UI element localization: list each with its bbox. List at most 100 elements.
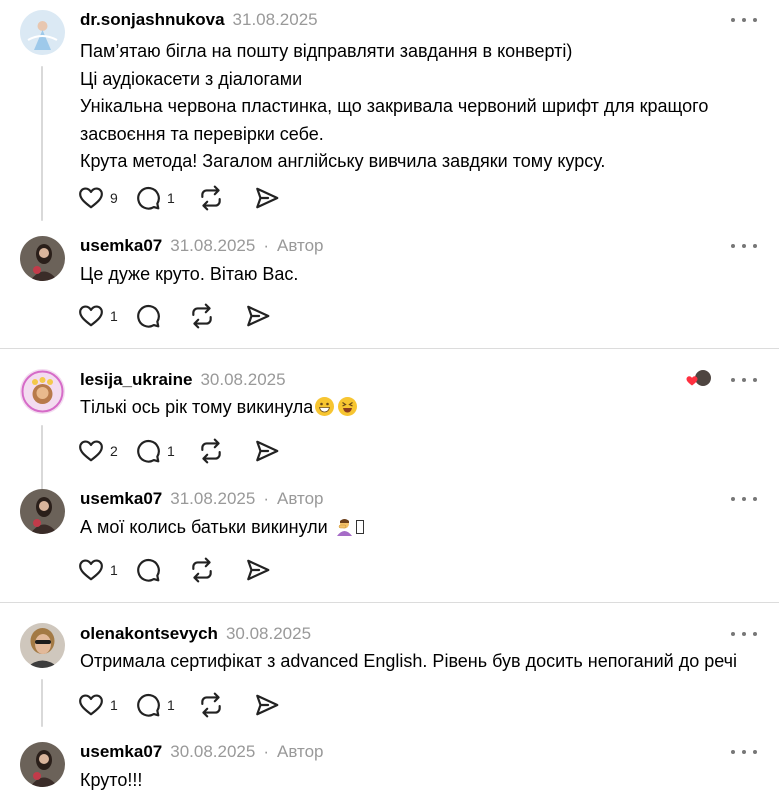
comment-header: usemka07 30.08.2025 · Автор xyxy=(80,742,324,762)
avatar-image xyxy=(20,369,65,414)
username[interactable]: lesija_ukraine xyxy=(80,370,192,390)
timestamp[interactable]: 30.08.2025 xyxy=(200,370,285,390)
author-label: Автор xyxy=(277,742,324,761)
comment-header: dr.sonjashnukova 31.08.2025 xyxy=(80,10,318,30)
reply-button[interactable]: 1 xyxy=(135,692,198,718)
like-count: 1 xyxy=(110,308,118,324)
action-bar: 1 xyxy=(78,303,271,329)
thread-line xyxy=(41,66,43,221)
laughing-squinting-face-emoji xyxy=(338,397,358,416)
comment-text: Тількі ось рік тому викинула xyxy=(80,394,358,422)
like-button[interactable]: 1 xyxy=(78,692,135,718)
more-options-button[interactable] xyxy=(731,742,757,762)
like-count: 1 xyxy=(110,562,118,578)
share-button[interactable] xyxy=(245,303,271,329)
more-options-button[interactable] xyxy=(731,624,757,644)
avatar-image xyxy=(20,623,65,668)
repost-arrows-icon xyxy=(198,185,224,211)
username[interactable]: olenakontsevych xyxy=(80,624,218,644)
red-heart-icon xyxy=(686,376,698,386)
avatar[interactable] xyxy=(20,489,65,534)
action-bar: 1 xyxy=(78,557,271,583)
like-button[interactable]: 2 xyxy=(78,438,135,464)
more-options-button[interactable] xyxy=(731,489,757,509)
repost-button[interactable] xyxy=(198,185,254,211)
speech-bubble-icon xyxy=(135,185,161,211)
more-dots-icon xyxy=(731,18,735,22)
reply-button[interactable]: 1 xyxy=(135,185,198,211)
action-bar: 1 1 xyxy=(78,692,280,718)
comment-line: Крута метода! Загалом англійську вивчила… xyxy=(80,151,606,171)
repost-arrows-icon xyxy=(189,557,215,583)
avatar[interactable] xyxy=(20,742,65,787)
more-dots-icon xyxy=(731,632,735,636)
username[interactable]: usemka07 xyxy=(80,236,162,256)
author-label: Автор xyxy=(277,236,324,255)
like-button[interactable]: 1 xyxy=(78,303,135,329)
reply-button[interactable] xyxy=(135,557,189,583)
person-facepalming-emoji xyxy=(335,517,354,536)
reply-button[interactable] xyxy=(135,303,189,329)
comment-text: Круто!!! xyxy=(80,767,142,795)
more-dots-icon xyxy=(731,244,735,248)
comment-text: Отримала сертифікат з advanced English. … xyxy=(80,648,737,676)
comment-text: Це дуже круто. Вітаю Вас. xyxy=(80,261,298,289)
share-button[interactable] xyxy=(254,185,280,211)
timestamp[interactable]: 31.08.2025 xyxy=(170,489,255,509)
repost-button[interactable] xyxy=(189,557,245,583)
paper-plane-icon xyxy=(245,303,271,329)
avatar[interactable] xyxy=(20,236,65,281)
comment-line: Тількі ось рік тому викинула xyxy=(80,397,314,417)
comment-header: lesija_ukraine 30.08.2025 xyxy=(80,370,286,390)
comment-line: Отримала сертифікат з advanced English. … xyxy=(80,651,738,671)
timestamp[interactable]: 30.08.2025 xyxy=(226,624,311,644)
heart-outline-icon xyxy=(78,557,104,583)
separator-dot: · xyxy=(263,742,269,761)
comment-line: Пам’ятаю бігла на пошту відправляти завд… xyxy=(80,41,573,61)
avatar[interactable] xyxy=(20,369,65,414)
repost-button[interactable] xyxy=(198,438,254,464)
more-dots-icon xyxy=(731,497,735,501)
like-button[interactable]: 9 xyxy=(78,185,135,211)
repost-arrows-icon xyxy=(198,438,224,464)
more-options-button[interactable] xyxy=(731,236,757,256)
timestamp[interactable]: 31.08.2025 xyxy=(170,236,255,256)
avatar[interactable] xyxy=(20,623,65,668)
comment-line: Ці аудіокасети з діалогами xyxy=(80,68,303,89)
more-options-button[interactable] xyxy=(731,10,757,30)
more-dots-icon xyxy=(731,750,735,754)
action-bar: 2 1 xyxy=(78,438,280,464)
like-count: 2 xyxy=(110,443,118,459)
timestamp[interactable]: 31.08.2025 xyxy=(233,10,318,30)
paper-plane-icon xyxy=(254,438,280,464)
paper-plane-icon xyxy=(254,185,280,211)
timestamp[interactable]: 30.08.2025 xyxy=(170,742,255,762)
paper-plane-icon xyxy=(245,557,271,583)
like-button[interactable]: 1 xyxy=(78,557,135,583)
username[interactable]: usemka07 xyxy=(80,489,162,509)
heart-outline-icon xyxy=(78,303,104,329)
more-options-button[interactable] xyxy=(731,370,757,390)
username[interactable]: usemka07 xyxy=(80,742,162,762)
comment-text: Пам’ятаю бігла на пошту відправляти завд… xyxy=(80,38,708,176)
reply-count: 1 xyxy=(167,190,175,206)
share-button[interactable] xyxy=(254,438,280,464)
username[interactable]: dr.sonjashnukova xyxy=(80,10,225,30)
comment-header: usemka07 31.08.2025 · Автор xyxy=(80,489,324,509)
comment-line: Унікальна червона пластинка, що закривал… xyxy=(80,96,709,116)
separator-dot: · xyxy=(263,489,269,508)
thread-divider xyxy=(0,602,779,603)
reply-count: 1 xyxy=(167,443,175,459)
repost-button[interactable] xyxy=(198,692,254,718)
repost-button[interactable] xyxy=(189,303,245,329)
paper-plane-icon xyxy=(254,692,280,718)
avatar-image xyxy=(20,236,65,281)
comment-text: А мої колись батьки викинули xyxy=(80,514,364,542)
avatar-image xyxy=(20,10,65,55)
share-button[interactable] xyxy=(245,557,271,583)
comment-line: Це дуже круто. Вітаю Вас. xyxy=(80,264,299,284)
avatar[interactable] xyxy=(20,10,65,55)
repost-arrows-icon xyxy=(189,303,215,329)
reply-button[interactable]: 1 xyxy=(135,438,198,464)
share-button[interactable] xyxy=(254,692,280,718)
